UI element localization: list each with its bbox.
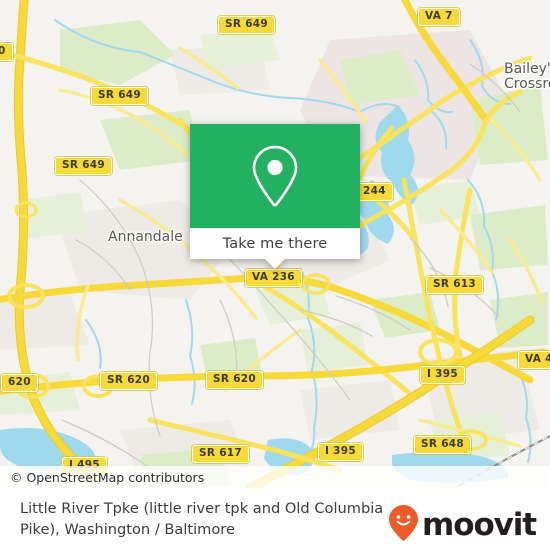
- location-title: Little River Tpke (little river tpk and …: [20, 500, 384, 538]
- road-shield: SR 620: [100, 372, 158, 390]
- map-canvas[interactable]: .land{fill:#f4f3ef;} .green{fill:#dcecc8…: [0, 0, 550, 488]
- road-shield: SR 649: [55, 157, 113, 175]
- place-label-line: Bailey's: [504, 61, 550, 77]
- moovit-wordmark: moovit: [422, 506, 537, 543]
- map-attribution-bar: © OpenStreetMap contributors: [0, 466, 550, 488]
- place-label-line: Crossroads: [504, 76, 550, 92]
- road-shield: 620: [1, 374, 38, 392]
- footer-bar: Little River Tpke (little river tpk and …: [0, 488, 550, 550]
- moovit-logo[interactable]: moovit: [388, 504, 537, 546]
- map-attribution-text: © OpenStreetMap contributors: [10, 469, 205, 485]
- road-shield: VA 7: [418, 8, 460, 26]
- road-shield: SR 620: [206, 371, 264, 389]
- popup-pointer-tail: [265, 259, 285, 269]
- moovit-pin-icon: [388, 504, 419, 546]
- road-shield: 244: [356, 183, 393, 201]
- place-label-annandale: Annandale: [108, 229, 183, 245]
- road-shield: SR 648: [414, 436, 472, 454]
- road-shield: SR 649: [91, 87, 149, 105]
- road-shield: I 395: [420, 366, 465, 384]
- road-shield: I 395: [318, 443, 363, 461]
- take-me-there-button[interactable]: Take me there: [190, 228, 360, 259]
- map-pin-icon: [248, 143, 302, 209]
- road-shield: VA 236: [245, 269, 302, 287]
- road-shield: SR 617: [192, 445, 250, 463]
- popup-header: [190, 124, 360, 228]
- road-shield: 0: [0, 43, 13, 61]
- road-shield: VA 401: [518, 351, 550, 369]
- road-shield: SR 649: [218, 16, 276, 34]
- road-shield: SR 613: [426, 276, 484, 294]
- place-label-baileys-crossroads: Bailey's Crossroads: [504, 62, 550, 92]
- moovit-map-screenshot: .land{fill:#f4f3ef;} .green{fill:#dcecc8…: [0, 0, 550, 550]
- take-me-there-label: Take me there: [222, 235, 328, 252]
- destination-popup[interactable]: Take me there: [190, 124, 360, 269]
